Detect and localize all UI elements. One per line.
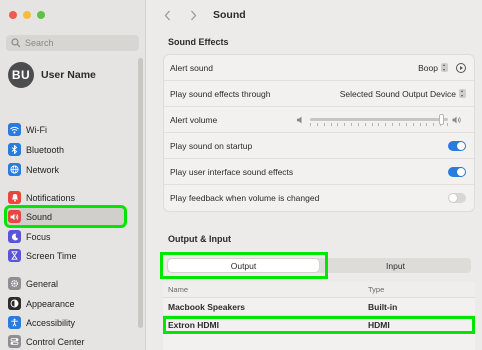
sidebar-item-label: Screen Time <box>26 250 77 261</box>
hourglass-icon <box>8 249 21 262</box>
sidebar-item-label: Bluetooth <box>26 144 65 155</box>
bell-icon <box>8 191 21 204</box>
bluetooth-icon <box>8 143 21 156</box>
startup-sound-toggle[interactable] <box>448 140 466 151</box>
user-account[interactable]: BU User Name <box>8 62 96 88</box>
sound-effects-card: Alert sound Boop Play sound effects thro… <box>163 54 475 212</box>
sidebar: BU User Name Wi-Fi Bluetooth Network Not… <box>0 0 146 350</box>
sidebar-item-sound[interactable]: Sound <box>4 205 127 228</box>
alert-sound-value: Boop <box>418 62 438 73</box>
avatar: BU <box>8 62 34 88</box>
back-button[interactable] <box>160 8 174 22</box>
globe-icon <box>8 163 21 176</box>
slider-knob[interactable] <box>439 114 444 125</box>
alert-volume-slider[interactable] <box>292 114 466 126</box>
sidebar-item-control-center[interactable]: Control Center <box>6 332 125 350</box>
output-input-segment-wrap: Output Input <box>160 250 475 280</box>
alert-sound-label: Alert sound <box>170 62 213 73</box>
speaker-high-icon <box>452 116 461 123</box>
search-icon <box>11 38 21 48</box>
main-pane: Sound Sound Effects Alert sound Boop Pla… <box>146 0 482 350</box>
toolbar: Sound <box>146 0 482 30</box>
sidebar-item-label: Focus <box>26 231 51 242</box>
sidebar-item-label: Notifications <box>26 192 76 203</box>
device-name: Extron HDMI <box>168 319 219 330</box>
alert-volume-label: Alert volume <box>170 114 218 125</box>
section-heading-output-input: Output & Input <box>168 234 231 244</box>
ui-effects-label: Play user interface sound effects <box>170 166 294 177</box>
table-header: Name Type <box>163 282 475 298</box>
sidebar-item-label: General <box>26 278 59 289</box>
slider-track[interactable] <box>310 114 448 126</box>
alert-sound-popup[interactable]: Boop <box>418 63 448 73</box>
tab-input[interactable]: Input <box>320 258 471 273</box>
minimize-window-button[interactable] <box>23 11 31 19</box>
window-controls <box>9 11 45 19</box>
section-heading-sound-effects: Sound Effects <box>168 37 229 47</box>
appearance-icon <box>8 297 21 310</box>
output-devices-table: Name Type Macbook Speakers Built-in Extr… <box>163 282 475 350</box>
sidebar-item-bluetooth[interactable]: Bluetooth <box>6 140 125 159</box>
search-field[interactable] <box>6 35 139 51</box>
search-input[interactable] <box>25 38 135 48</box>
sidebar-item-appearance[interactable]: Appearance <box>6 294 125 313</box>
page-title: Sound <box>213 9 246 21</box>
sidebar-item-screen-time[interactable]: Screen Time <box>6 246 125 265</box>
gear-icon <box>8 277 21 290</box>
column-header-type[interactable]: Type <box>365 285 475 294</box>
startup-sound-row: Play sound on startup <box>164 133 474 159</box>
forward-button[interactable] <box>186 8 200 22</box>
ui-effects-toggle[interactable] <box>448 166 466 177</box>
speaker-icon <box>8 210 21 223</box>
output-through-popup[interactable]: Selected Sound Output Device <box>340 89 466 99</box>
chevron-up-down-icon <box>459 89 466 98</box>
output-through-label: Play sound effects through <box>170 88 271 99</box>
output-through-value: Selected Sound Output Device <box>339 88 456 99</box>
output-through-row: Play sound effects through Selected Soun… <box>164 81 474 107</box>
sidebar-item-label: Appearance <box>26 298 75 309</box>
device-type: HDMI <box>368 319 390 330</box>
sidebar-item-label: Control Center <box>26 336 85 347</box>
sidebar-item-label: Network <box>26 164 60 175</box>
sidebar-item-label: Wi-Fi <box>26 124 47 135</box>
user-name: User Name <box>41 69 96 81</box>
play-alert-button[interactable] <box>456 62 466 73</box>
chevron-left-icon <box>164 10 170 20</box>
moon-icon <box>8 230 21 243</box>
startup-sound-label: Play sound on startup <box>170 140 253 151</box>
table-row[interactable]: Extron HDMI HDMI <box>163 316 475 334</box>
table-row[interactable]: Macbook Speakers Built-in <box>163 298 475 316</box>
device-name: Macbook Speakers <box>168 301 246 312</box>
sidebar-item-network[interactable]: Network <box>6 160 125 179</box>
close-window-button[interactable] <box>9 11 17 19</box>
volume-feedback-row: Play feedback when volume is changed <box>164 185 474 211</box>
alert-volume-row: Alert volume <box>164 107 474 133</box>
sidebar-scrollbar[interactable] <box>138 58 143 328</box>
highlight-box <box>160 252 328 279</box>
sidebar-item-label: Sound <box>26 211 53 222</box>
wifi-icon <box>8 123 21 136</box>
sidebar-item-notifications[interactable]: Notifications <box>6 188 125 207</box>
sidebar-item-general[interactable]: General <box>6 274 125 293</box>
ui-effects-row: Play user interface sound effects <box>164 159 474 185</box>
control-center-icon <box>8 335 21 348</box>
sidebar-item-wifi[interactable]: Wi-Fi <box>6 120 125 139</box>
chevron-right-icon <box>190 10 196 20</box>
slider-ticks <box>310 123 448 126</box>
chevron-up-down-icon <box>441 63 448 72</box>
accessibility-icon <box>8 316 21 329</box>
sidebar-item-accessibility[interactable]: Accessibility <box>6 313 125 332</box>
zoom-window-button[interactable] <box>37 11 45 19</box>
sidebar-item-focus[interactable]: Focus <box>6 227 125 246</box>
speaker-low-icon <box>297 116 302 123</box>
device-type: Built-in <box>368 301 398 312</box>
sidebar-item-label: Accessibility <box>26 317 76 328</box>
volume-feedback-toggle[interactable] <box>448 193 466 203</box>
column-header-name[interactable]: Name <box>163 285 365 294</box>
volume-feedback-label: Play feedback when volume is changed <box>170 193 320 203</box>
alert-sound-row: Alert sound Boop <box>164 55 474 81</box>
